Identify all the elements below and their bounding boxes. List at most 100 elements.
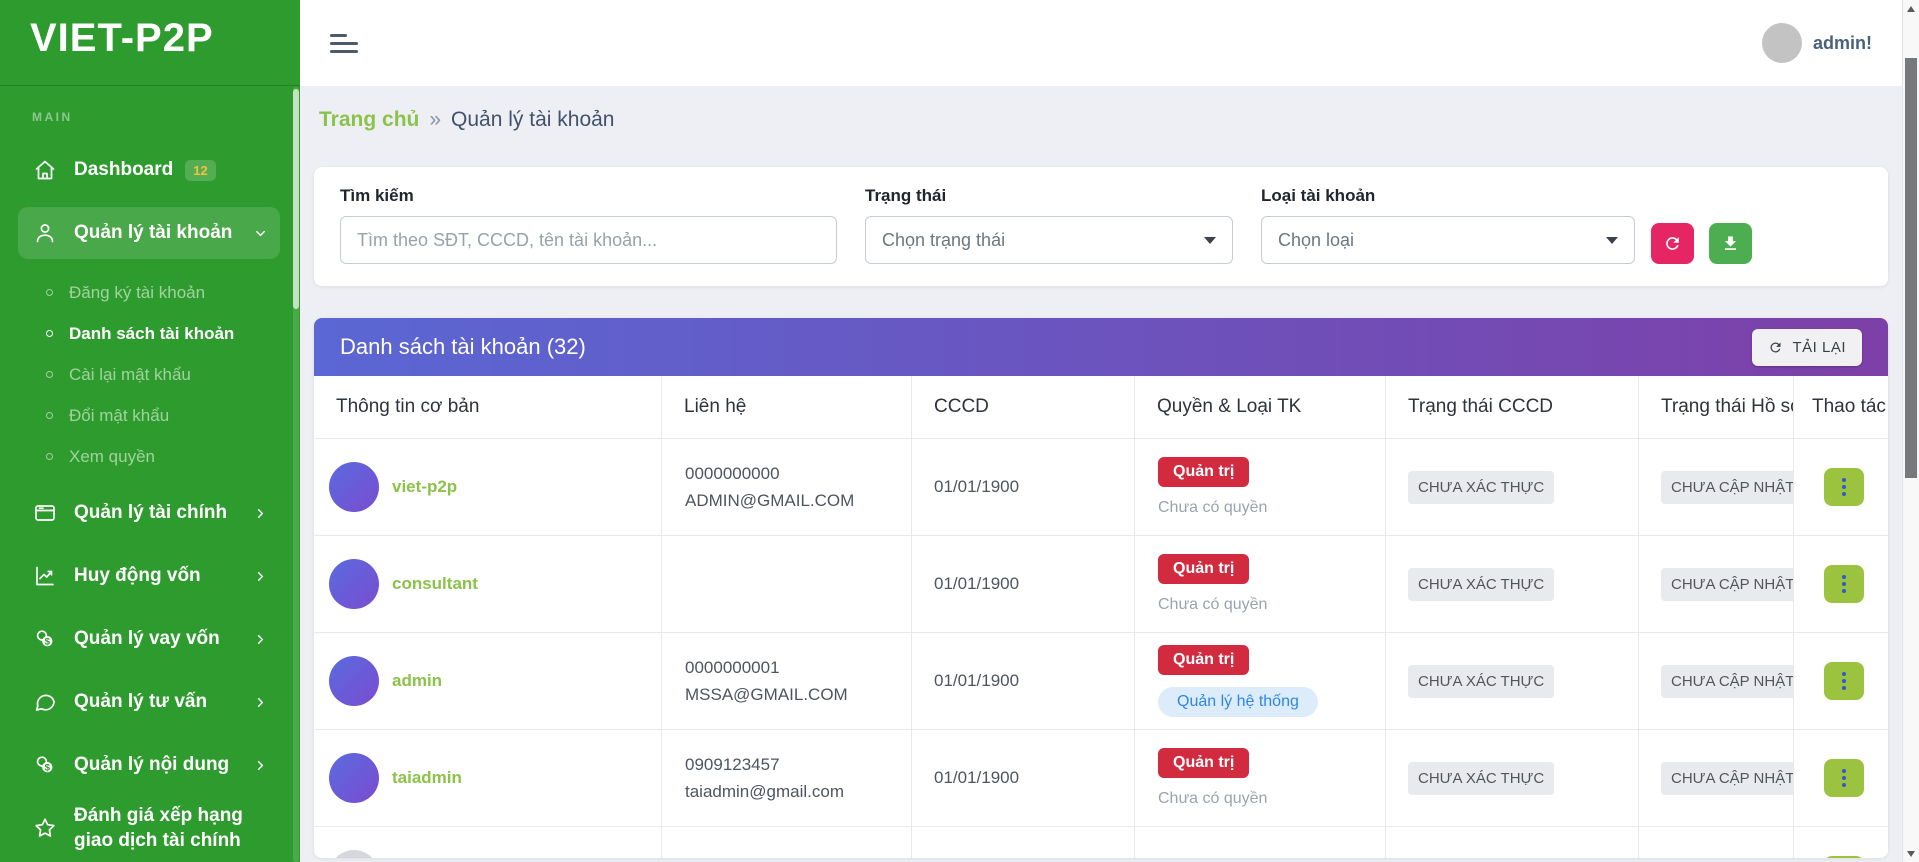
export-download-button[interactable] <box>1709 223 1752 264</box>
sidebar-scrollbar-thumb[interactable] <box>293 89 299 309</box>
account-avatar <box>329 462 379 512</box>
scroll-down-arrow[interactable] <box>1903 845 1919 862</box>
submenu-item-label: Danh sách tài khoản <box>69 323 235 343</box>
actions-cell <box>1794 536 1888 632</box>
actions-cell <box>1794 633 1888 729</box>
row-actions-button[interactable] <box>1824 468 1864 506</box>
caret-down-icon <box>1204 236 1216 244</box>
sidebar-section-label: MAIN <box>32 110 73 124</box>
row-actions-button[interactable] <box>1824 856 1864 858</box>
chevron-down-icon <box>256 230 265 236</box>
email-address: ADMIN@GMAIL.COM <box>685 490 855 510</box>
permission-text: Chưa có quyền <box>1158 499 1268 516</box>
sidebar-item-4[interactable]: $ Quản lý vay vốn <box>18 613 280 665</box>
actions-cell <box>1794 730 1888 826</box>
reload-table-button[interactable]: TẢI LẠI <box>1752 328 1862 366</box>
submenu-item-2[interactable]: Cài lại mật khẩu <box>18 354 280 395</box>
account-name-link[interactable]: taiadmin <box>392 768 462 788</box>
column-header-4: Quyền & Loại TK <box>1135 376 1386 438</box>
hamburger-menu-icon[interactable] <box>330 33 360 53</box>
reset-filters-button[interactable] <box>1651 223 1694 264</box>
table-title: Danh sách tài khoản (32) <box>340 334 586 359</box>
chevron-right-icon <box>257 571 264 581</box>
status-select[interactable]: Chọn trạng thái <box>865 216 1233 264</box>
bullet-icon <box>46 371 53 378</box>
column-header-7: Thao tác <box>1812 396 1886 417</box>
bullet-icon <box>46 289 53 296</box>
cccd-cell: 01/01/1900 <box>912 536 1135 632</box>
phone-number: 0000000001 <box>685 657 780 677</box>
reload-table-label: TẢI LẠI <box>1792 338 1846 356</box>
avatar[interactable] <box>1761 23 1802 63</box>
account-name-link[interactable]: viet-p2p <box>392 477 457 497</box>
role-cell: Quản trị Chưa có quyền <box>1135 439 1386 535</box>
account-name-link[interactable]: admin <box>392 671 442 691</box>
account-avatar <box>329 850 379 858</box>
user-menu[interactable]: admin! <box>1761 23 1872 63</box>
row-actions-button[interactable] <box>1824 662 1864 700</box>
submenu-item-1[interactable]: Danh sách tài khoản <box>18 313 280 354</box>
cccd-cell <box>912 827 1135 858</box>
type-select[interactable]: Chọn loại <box>1261 216 1635 264</box>
sidebar-item-label: Quản lý tài khoản <box>74 222 233 243</box>
sidebar-item-label: Huy động vốn <box>74 565 201 586</box>
cccd-status-cell: CHƯA XÁC THỰC <box>1386 536 1639 632</box>
scrollbar-thumb[interactable] <box>1905 58 1917 478</box>
user-name[interactable]: admin! <box>1813 33 1872 54</box>
sidebar-item-label: Dashboard <box>74 159 174 180</box>
account-avatar <box>329 753 379 803</box>
permission-text: Chưa có quyền <box>1158 596 1268 613</box>
table-row-5: Quản trị <box>314 827 1888 858</box>
sidebar-item-label: Quản lý nội dung <box>74 754 230 775</box>
cccd-cell: 01/01/1900 <box>912 439 1135 535</box>
table-row-3: admin 0000000001 MSSA@GMAIL.COM 01/01/1900 Q… <box>314 633 1888 730</box>
search-input[interactable] <box>340 216 837 264</box>
submenu-item-3[interactable]: Đổi mật khẩu <box>18 395 280 436</box>
sidebar-item-0[interactable]: Dashboard 12 <box>18 144 280 196</box>
permission-pill[interactable]: Quản lý hệ thống <box>1158 687 1318 717</box>
profile-status-cell <box>1639 827 1794 858</box>
profile-status-cell: CHƯA CẬP NHẬT <box>1639 536 1794 632</box>
cccd-date: 01/01/1900 <box>934 768 1020 787</box>
submenu-item-label: Đổi mật khẩu <box>69 405 170 425</box>
download-icon <box>1724 236 1737 250</box>
sidebar-item-5[interactable]: Quản lý tư vấn <box>18 676 280 728</box>
submenu-item-label: Cài lại mật khẩu <box>69 364 191 384</box>
sidebar-item-6[interactable]: $ Quản lý nội dung <box>18 739 280 791</box>
status-select-value: Chọn trạng thái <box>882 229 1006 250</box>
bullet-icon <box>46 330 53 337</box>
sidebar-item-7[interactable]: Đánh giá xếp hạng giao dịch tài chính <box>18 802 280 854</box>
table-body: viet-p2p 0000000000 ADMIN@GMAIL.COM 01/01/1… <box>314 439 1888 858</box>
sidebar-item-1[interactable]: Quản lý tài khoản <box>18 207 280 259</box>
cccd-date: 01/01/1900 <box>934 671 1020 690</box>
brand-logo[interactable]: VIET-P2P <box>0 0 300 86</box>
submenu-item-0[interactable]: Đăng ký tài khoản <box>18 272 280 313</box>
sidebar-scrollbar[interactable] <box>293 87 299 862</box>
sidebar-item-3[interactable]: Huy động vốn <box>18 550 280 602</box>
star-icon <box>35 818 55 837</box>
role-badge: Quản trị <box>1158 554 1250 584</box>
breadcrumb-home-link[interactable]: Trang chủ <box>319 108 419 132</box>
app-root: VIET-P2P MAIN Dashboard 12 Quản lý tài kho… <box>0 0 1919 862</box>
svg-text:$: $ <box>45 637 51 648</box>
submenu-item-label: Đăng ký tài khoản <box>69 282 206 302</box>
contact-cell <box>662 827 912 858</box>
table-row-1: viet-p2p 0000000000 ADMIN@GMAIL.COM 01/01/1… <box>314 439 1888 536</box>
user-icon <box>36 224 54 243</box>
column-header-5: Trạng thái CCCD <box>1386 376 1639 438</box>
account-name-link[interactable]: consultant <box>392 574 478 594</box>
dashboard-count-badge: 12 <box>185 159 216 181</box>
role-badge: Quản trị <box>1158 748 1250 778</box>
sidebar-item-2[interactable]: Quản lý tài chính <box>18 487 280 539</box>
column-header-2: Liên hệ <box>662 376 912 438</box>
cccd-status-cell: CHƯA XÁC THỰC <box>1386 633 1639 729</box>
page-scrollbar[interactable] <box>1902 0 1919 862</box>
scroll-up-arrow[interactable] <box>1903 0 1919 17</box>
row-actions-button[interactable] <box>1824 759 1864 797</box>
coins-icon: $ <box>36 756 53 774</box>
row-actions-button[interactable] <box>1824 565 1864 603</box>
sidebar-item-label: Quản lý tư vấn <box>74 691 208 712</box>
submenu-item-4[interactable]: Xem quyền <box>18 436 280 477</box>
sidebar-item-label: Đánh giá xếp hạng giao dịch tài chính <box>74 805 243 851</box>
chevron-right-icon <box>257 508 264 518</box>
